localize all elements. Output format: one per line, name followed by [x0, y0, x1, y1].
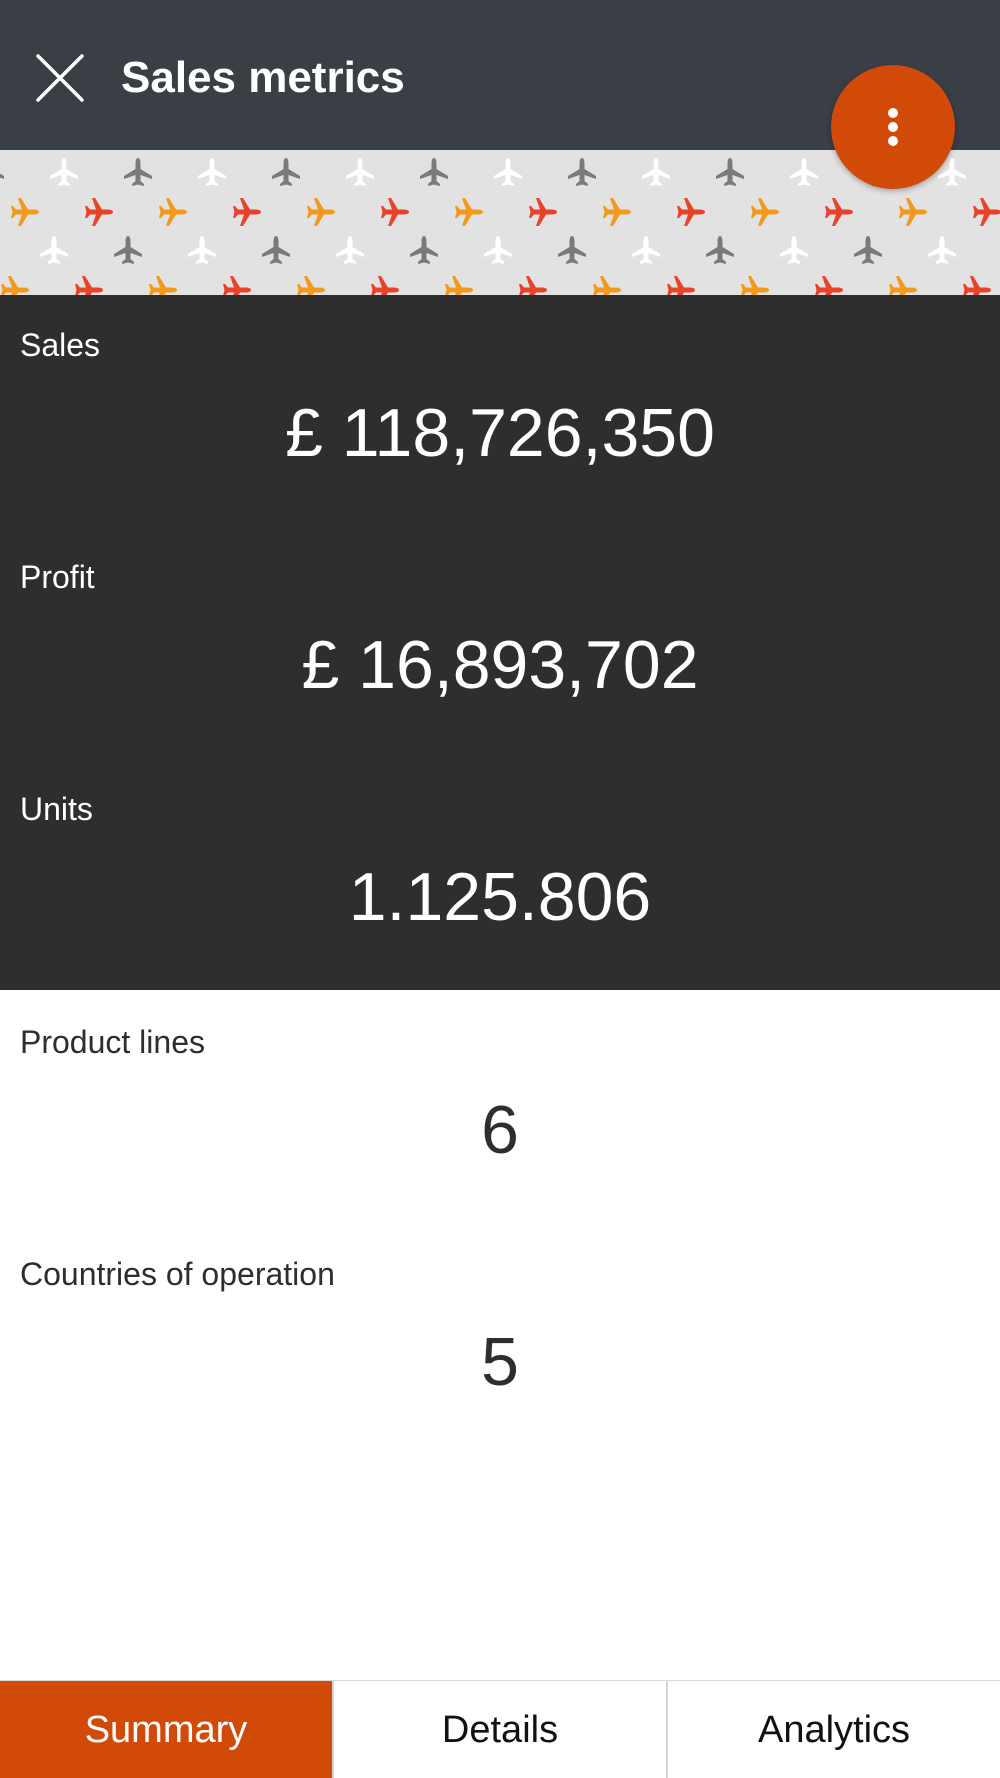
airplane-icon: [790, 158, 818, 186]
close-icon: [36, 54, 84, 102]
airplane-icon: [494, 158, 522, 186]
profit-label: Profit: [20, 559, 95, 595]
airplane-icon: [114, 236, 142, 264]
airplane-icon: [815, 276, 843, 295]
close-button[interactable]: [30, 48, 90, 108]
airplane-icon: [593, 276, 621, 295]
airplane-icon: [889, 276, 917, 295]
tab-analytics[interactable]: Analytics: [666, 1681, 1000, 1778]
sales-metrics-screen: Sales metrics Sales £ 118,726,350 Profit…: [0, 0, 1000, 1778]
more-vertical-icon-dot: [888, 122, 898, 132]
tab-summary[interactable]: Summary: [0, 1681, 332, 1778]
product-lines-value: 6: [481, 1092, 519, 1168]
airplane-icon: [751, 198, 779, 226]
airplane-icon: [529, 198, 557, 226]
airplane-icon: [716, 158, 744, 186]
airplane-icon: [420, 158, 448, 186]
airplane-icon: [11, 198, 39, 226]
airplane-icon: [198, 158, 226, 186]
airplane-icon: [50, 158, 78, 186]
airplane-icon: [558, 236, 586, 264]
airplane-icon: [159, 198, 187, 226]
airplane-icon: [85, 198, 113, 226]
more-vertical-icon: [888, 108, 898, 118]
airplane-icon: [297, 276, 325, 295]
airplane-icon: [223, 276, 251, 295]
airplane-icon: [40, 236, 68, 264]
sales-value: £ 118,726,350: [285, 395, 715, 471]
airplane-icon: [667, 276, 695, 295]
airplane-icon: [233, 198, 261, 226]
airplane-icon: [741, 276, 769, 295]
countries-label: Countries of operation: [20, 1256, 335, 1292]
airplane-icon: [262, 236, 290, 264]
airplane-icon: [149, 276, 177, 295]
airplane-icon: [632, 236, 660, 264]
airplane-icon: [677, 198, 705, 226]
airplane-icon: [706, 236, 734, 264]
page-title: Sales metrics: [121, 53, 405, 102]
airplane-icon: [346, 158, 374, 186]
airplane-icon: [484, 236, 512, 264]
airplane-icon: [455, 198, 483, 226]
airplane-icon: [307, 198, 335, 226]
airplane-icon: [780, 236, 808, 264]
airplane-icon: [124, 158, 152, 186]
tab-details[interactable]: Details: [332, 1681, 666, 1778]
airplane-icon: [899, 198, 927, 226]
bottom-tab-bar: Summary Details Analytics: [0, 1680, 1000, 1778]
more-options-button[interactable]: [831, 65, 955, 189]
units-label: Units: [20, 791, 93, 827]
product-lines-label: Product lines: [20, 1024, 205, 1060]
airplane-icon: [188, 236, 216, 264]
key-metrics-panel: Sales £ 118,726,350 Profit £ 16,893,702 …: [0, 295, 1000, 990]
airplane-icon: [381, 198, 409, 226]
sales-label: Sales: [20, 327, 101, 363]
airplane-icon: [973, 198, 1000, 226]
airplane-icon: [272, 158, 300, 186]
airplane-icon: [963, 276, 991, 295]
airplane-icon: [75, 276, 103, 295]
airplane-icon: [336, 236, 364, 264]
countries-value: 5: [481, 1324, 519, 1400]
airplane-icon: [928, 236, 956, 264]
airplane-icon: [371, 276, 399, 295]
airplane-icon: [854, 236, 882, 264]
airplane-icon: [568, 158, 596, 186]
more-vertical-icon-dot: [888, 136, 898, 146]
airplane-icon: [519, 276, 547, 295]
airplane-icon: [825, 198, 853, 226]
profit-value: £ 16,893,702: [301, 627, 699, 703]
airplane-icon: [642, 158, 670, 186]
airplane-icon: [0, 173, 4, 179]
units-value: 1.125.806: [348, 859, 652, 935]
airplane-icon: [445, 276, 473, 295]
airplane-icon: [1, 276, 29, 295]
airplane-icon: [410, 236, 438, 264]
airplane-icon: [603, 198, 631, 226]
